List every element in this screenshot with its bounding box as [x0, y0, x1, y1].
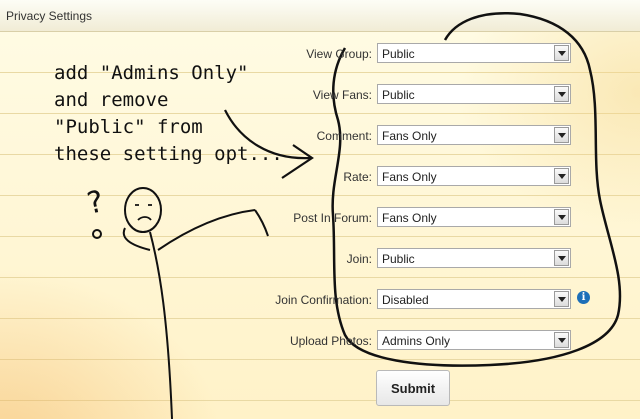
title-bar: Privacy Settings	[0, 0, 640, 32]
chevron-down-icon[interactable]	[554, 86, 569, 102]
info-icon[interactable]: i	[577, 291, 590, 304]
field-row-view-group: View Group: Public	[0, 43, 640, 65]
select-value: Public	[382, 88, 415, 102]
field-row-upload-photos: Upload Photos: Admins Only	[0, 330, 640, 352]
field-row-join: Join: Public	[0, 248, 640, 270]
chevron-down-icon[interactable]	[554, 168, 569, 184]
field-label: Comment:	[316, 129, 372, 143]
select-value: Public	[382, 47, 415, 61]
field-row-view-fans: View Fans: Public	[0, 84, 640, 106]
comment-select[interactable]: Fans Only	[377, 125, 571, 145]
page-title: Privacy Settings	[6, 9, 93, 23]
join-confirmation-select[interactable]: Disabled	[377, 289, 571, 309]
post-in-forum-select[interactable]: Fans Only	[377, 207, 571, 227]
upload-photos-select[interactable]: Admins Only	[377, 330, 571, 350]
rate-select[interactable]: Fans Only	[377, 166, 571, 186]
field-row-post-in-forum: Post In Forum: Fans Only	[0, 207, 640, 229]
field-label: Join Confirmation:	[275, 293, 372, 307]
submit-button[interactable]: Submit	[376, 370, 450, 406]
chevron-down-icon[interactable]	[554, 332, 569, 348]
field-row-comment: Comment: Fans Only	[0, 125, 640, 147]
select-value: Public	[382, 252, 415, 266]
select-value: Fans Only	[382, 129, 437, 143]
view-group-select[interactable]: Public	[377, 43, 571, 63]
select-value: Fans Only	[382, 170, 437, 184]
chevron-down-icon[interactable]	[554, 127, 569, 143]
select-value: Disabled	[382, 293, 429, 307]
chevron-down-icon[interactable]	[554, 250, 569, 266]
field-label: View Fans:	[312, 88, 372, 102]
chevron-down-icon[interactable]	[554, 45, 569, 61]
select-value: Admins Only	[382, 334, 451, 348]
join-select[interactable]: Public	[377, 248, 571, 268]
field-label: View Group:	[306, 47, 372, 61]
field-label: Rate:	[343, 170, 372, 184]
annotation-note: add "Admins Only" and remove "Public" fr…	[54, 62, 283, 165]
field-label: Join:	[346, 252, 372, 266]
chevron-down-icon[interactable]	[554, 209, 569, 225]
chevron-down-icon[interactable]	[554, 291, 569, 307]
field-label: Upload Photos:	[289, 334, 372, 348]
view-fans-select[interactable]: Public	[377, 84, 571, 104]
field-row-join-confirmation: Join Confirmation: Disabled i	[0, 289, 640, 311]
field-row-rate: Rate: Fans Only	[0, 166, 640, 188]
select-value: Fans Only	[382, 211, 437, 225]
field-label: Post In Forum:	[293, 211, 372, 225]
